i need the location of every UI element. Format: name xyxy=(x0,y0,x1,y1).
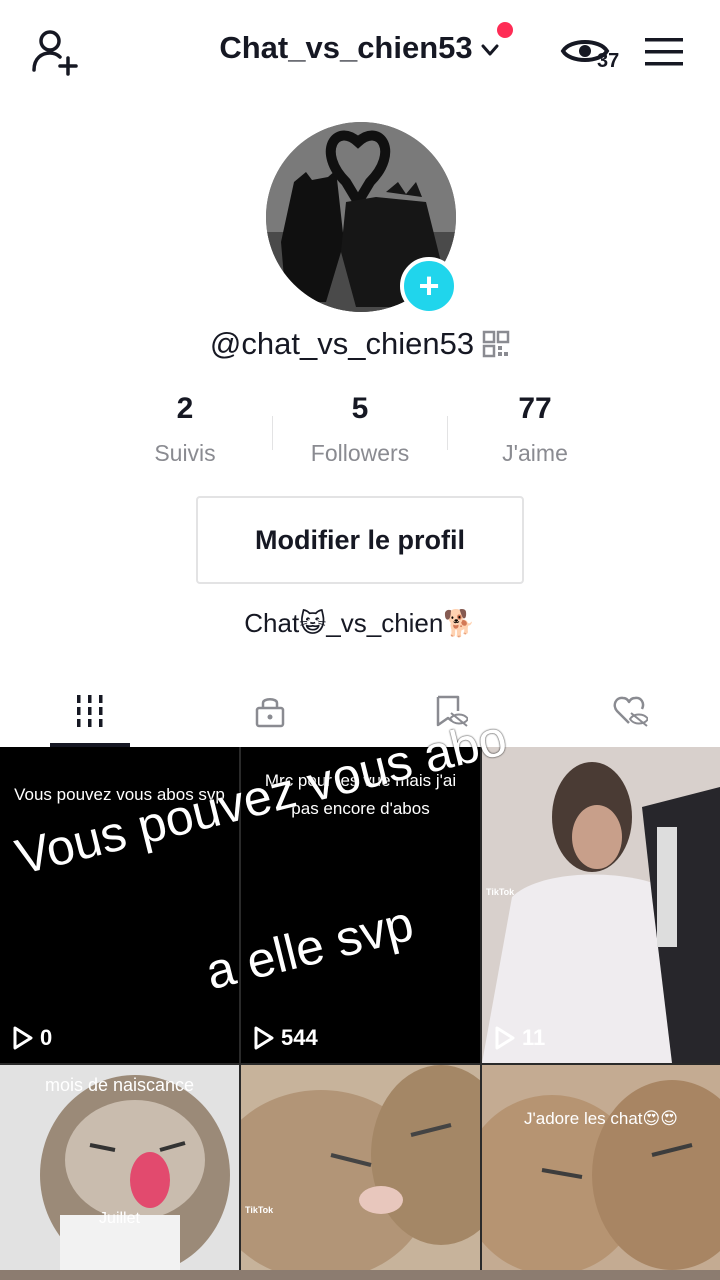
video-thumbnail[interactable]: TikTok xyxy=(241,1065,480,1271)
view-count: 0 xyxy=(12,1025,52,1051)
followers-stat[interactable]: 5 Followers xyxy=(273,392,447,476)
likes-stat[interactable]: 77 J'aime xyxy=(448,392,622,476)
likes-label: J'aime xyxy=(502,440,568,466)
cats-photo xyxy=(482,1065,720,1271)
view-count: 11 xyxy=(494,1025,545,1051)
add-friend-icon[interactable] xyxy=(30,28,82,78)
cats-photo xyxy=(241,1065,480,1271)
top-bar: Chat_vs_chien53 37 xyxy=(0,0,720,100)
bookmark-hidden-icon xyxy=(436,695,468,727)
bottom-edge xyxy=(0,1270,720,1280)
view-count: 544 xyxy=(253,1025,318,1051)
tab-private[interactable] xyxy=(180,675,360,747)
wedding-photo xyxy=(482,747,720,1063)
video-thumbnail[interactable]: mois de naiscance Juillet xyxy=(0,1065,239,1271)
video-caption: J'adore les chat😍😍 xyxy=(524,1109,678,1128)
add-story-button[interactable]: + xyxy=(400,257,458,315)
following-count: 2 xyxy=(176,392,194,425)
followers-label: Followers xyxy=(310,440,410,466)
edit-profile-button[interactable]: Modifier le profil xyxy=(196,496,524,584)
following-stat[interactable]: 2 Suivis xyxy=(98,392,272,476)
tab-videos[interactable] xyxy=(0,675,180,747)
lock-icon xyxy=(255,698,285,728)
play-icon xyxy=(254,1026,274,1050)
user-handle: @chat_vs_chien53 xyxy=(209,326,475,361)
tab-liked[interactable] xyxy=(540,675,720,747)
menu-icon[interactable] xyxy=(643,35,685,69)
tab-favorites[interactable] xyxy=(360,675,540,747)
video-thumbnail[interactable]: Mrc pour les vue mais j'ai pas encore d'… xyxy=(241,747,480,1063)
video-grid: Vous pouvez vous abos svp 0 Mrc pour les… xyxy=(0,747,720,1280)
play-icon xyxy=(13,1026,33,1050)
video-caption: mois de naiscance xyxy=(44,1075,195,1095)
profile-views-button[interactable]: 37 xyxy=(560,32,626,74)
account-switcher[interactable]: Chat_vs_chien53 xyxy=(219,22,513,66)
view-count-label: 0 xyxy=(40,1025,53,1050)
video-caption: Vous pouvez vous abos svp xyxy=(14,785,225,804)
tiktok-watermark: TikTok xyxy=(245,1205,274,1215)
profile-tabs xyxy=(0,675,720,747)
video-subcaption: Juillet xyxy=(99,1210,140,1227)
view-count-label: 11 xyxy=(522,1025,546,1050)
username-label: Chat_vs_chien53 xyxy=(219,30,473,65)
play-icon xyxy=(495,1026,515,1050)
videos-grid-icon xyxy=(77,695,103,727)
liked-hidden-icon xyxy=(613,696,648,727)
video-caption: Mrc pour les vue mais j'ai pas encore d'… xyxy=(264,771,457,818)
profile-stats: 2 Suivis 5 Followers 77 J'aime xyxy=(98,392,622,476)
likes-count: 77 xyxy=(518,392,552,425)
view-count-label: 544 xyxy=(281,1025,318,1050)
bio-text: Chat😺_vs_chien🐕 xyxy=(244,608,476,638)
qr-code-icon[interactable] xyxy=(482,330,510,358)
following-label: Suivis xyxy=(154,440,216,466)
profile-views-count: 37 xyxy=(597,50,620,72)
followers-count: 5 xyxy=(351,392,369,425)
video-thumbnail[interactable]: Vous pouvez vous abos svp 0 xyxy=(0,747,239,1063)
chevron-down-icon xyxy=(481,44,499,56)
tiktok-watermark: TikTok xyxy=(486,887,515,897)
video-thumbnail[interactable]: J'adore les chat😍😍 xyxy=(482,1065,720,1271)
video-thumbnail[interactable]: TikTok 11 xyxy=(482,747,720,1063)
notification-dot xyxy=(496,22,513,38)
